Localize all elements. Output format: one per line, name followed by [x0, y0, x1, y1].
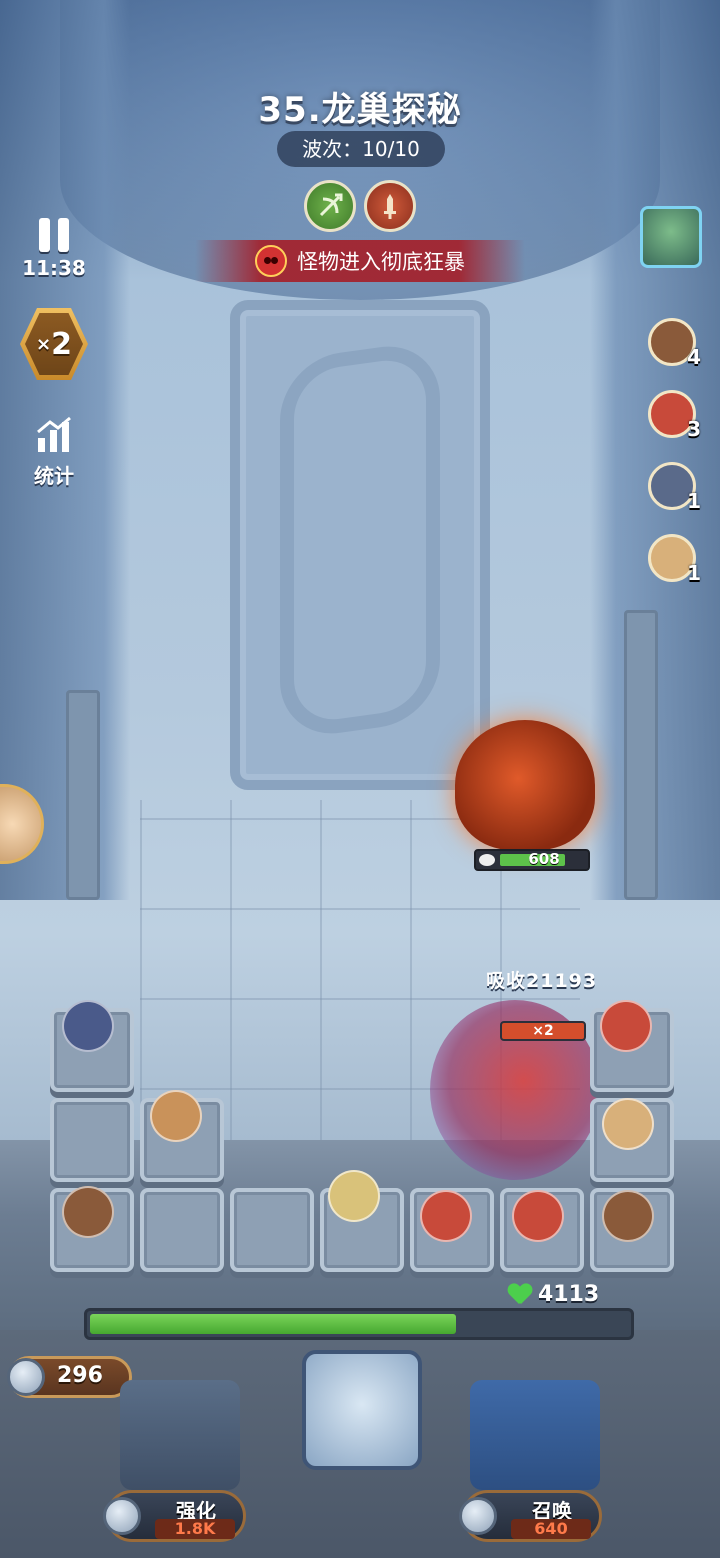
- pause-button[interactable]: 11:38: [22, 208, 86, 280]
- base-health-value: 4113: [538, 1282, 600, 1307]
- hero-unit[interactable]: [62, 1186, 114, 1238]
- boss-portrait-icon[interactable]: [640, 206, 702, 268]
- heart-icon: [508, 1284, 532, 1306]
- coin-value: 296: [57, 1363, 103, 1388]
- game-stage: 35.龙巢探秘 波次：10/10 怪物进入彻底狂暴 11:38 × 2 统计 4 …: [0, 0, 720, 1558]
- enemy-skull-icon: [479, 854, 495, 866]
- hero-unit[interactable]: [602, 1190, 654, 1242]
- base-health: 4113: [508, 1282, 599, 1307]
- hero-unit[interactable]: [602, 1098, 654, 1150]
- monster-path-banner: [230, 300, 490, 790]
- upgrade-button[interactable]: 强化 1.8K: [103, 1490, 246, 1542]
- battle-timer: 11:38: [22, 256, 86, 280]
- wave-value: 10/10: [362, 137, 420, 161]
- hero-count-1: 4: [687, 345, 701, 369]
- enemy-health-bar: 608: [474, 849, 590, 871]
- hero-count-4: 1: [687, 561, 701, 585]
- hero-count-3: 1: [687, 489, 701, 513]
- absorb-text: 吸收21193: [486, 970, 598, 992]
- monster-skull-icon: [255, 245, 287, 277]
- rage-text: 怪物进入彻底狂暴: [297, 250, 465, 274]
- hero-unit[interactable]: [600, 1000, 652, 1052]
- wave-label: 波次：: [302, 137, 363, 161]
- board-slot[interactable]: [230, 1188, 314, 1272]
- sword-buff-icon[interactable]: [364, 180, 416, 232]
- hero-unit[interactable]: [328, 1170, 380, 1222]
- enemy-boar: [455, 720, 595, 850]
- upgrade-tower[interactable]: [120, 1380, 240, 1490]
- hero-portrait-3[interactable]: 1: [648, 462, 701, 513]
- wave-counter: 波次：10/10: [277, 131, 445, 167]
- banner-rune: [280, 338, 440, 742]
- hero-unit[interactable]: [150, 1090, 202, 1142]
- coin-icon: [103, 1497, 141, 1535]
- hero-portrait-4[interactable]: 1: [648, 534, 701, 585]
- king-avatar[interactable]: [302, 1350, 422, 1470]
- hero-unit[interactable]: [420, 1190, 472, 1242]
- bow-buff-icon[interactable]: [304, 180, 356, 232]
- coin-counter: 296: [7, 1356, 132, 1398]
- pillar-left: [66, 690, 100, 900]
- board-slot[interactable]: [140, 1188, 224, 1272]
- pause-icon: [37, 218, 71, 252]
- stats-chart-icon: [37, 416, 71, 452]
- enemy-hp-value: 608: [528, 850, 560, 868]
- coin-icon: [7, 1358, 45, 1396]
- pillar-right: [624, 610, 658, 900]
- base-health-fill: [90, 1314, 456, 1334]
- base-health-bar: [84, 1308, 634, 1340]
- hero-unit[interactable]: [62, 1000, 114, 1052]
- board-slot[interactable]: [50, 1098, 134, 1182]
- stage-title: 35.龙巢探秘: [258, 90, 462, 130]
- hero-count-2: 3: [687, 417, 701, 441]
- rage-warning-banner: 怪物进入彻底狂暴: [195, 240, 525, 282]
- speed-badge: × 2: [25, 313, 83, 375]
- coin-icon: [459, 1497, 497, 1535]
- hero-portrait-2[interactable]: 3: [648, 390, 701, 441]
- golem-shield-badge: ×2: [500, 1021, 586, 1041]
- hero-unit[interactable]: [512, 1190, 564, 1242]
- summon-button[interactable]: 召唤 640: [459, 1490, 602, 1542]
- upgrade-cost: 1.8K: [155, 1519, 235, 1539]
- stats-button[interactable]: 统计: [22, 412, 86, 490]
- summon-cost: 640: [511, 1519, 591, 1539]
- speed-value: 2: [51, 326, 72, 362]
- summon-chest[interactable]: [470, 1380, 600, 1490]
- speed-prefix: ×: [36, 333, 52, 355]
- stats-label: 统计: [34, 464, 74, 488]
- hero-portrait-1[interactable]: 4: [648, 318, 701, 369]
